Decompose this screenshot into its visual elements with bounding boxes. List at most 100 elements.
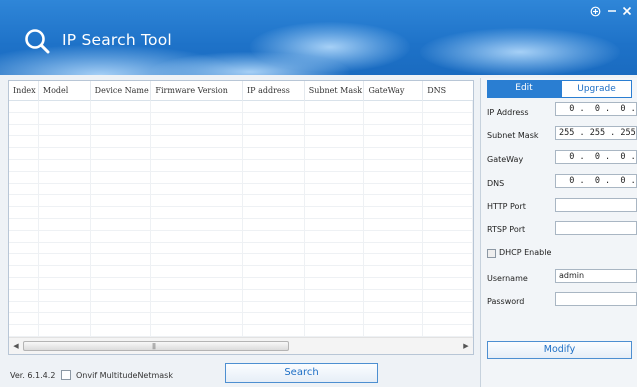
table-cell	[364, 254, 424, 266]
table-row[interactable]	[9, 313, 473, 326]
gateway-field[interactable]: 0 . 0 . 0 . 0	[555, 150, 637, 164]
tab-upgrade[interactable]: Upgrade	[561, 80, 632, 98]
table-row[interactable]	[9, 218, 473, 231]
ip-address-field[interactable]: 0 . 0 . 0 . 0	[555, 102, 637, 116]
table-cell	[91, 218, 152, 230]
table-row[interactable]	[9, 136, 473, 149]
table-cell	[9, 301, 39, 313]
table-cell	[305, 301, 365, 313]
column-header-firmware-version[interactable]: Firmware Version	[151, 81, 243, 101]
table-row[interactable]	[9, 171, 473, 184]
app-title: IP Search Tool	[62, 31, 172, 49]
table-cell	[9, 101, 39, 112]
table-cell	[39, 242, 91, 254]
table-cell	[305, 195, 365, 207]
column-header-ip-address[interactable]: IP address	[243, 81, 305, 101]
onvif-multitude-netmask-checkbox[interactable]	[61, 370, 71, 380]
table-row[interactable]	[9, 254, 473, 267]
column-header-index[interactable]: Index	[9, 81, 39, 101]
table-cell	[243, 313, 305, 325]
scroll-left-icon[interactable]: ◀	[9, 338, 23, 354]
table-cell	[243, 242, 305, 254]
scrollbar-thumb[interactable]: |||	[23, 341, 289, 351]
column-header-gateway[interactable]: GateWay	[364, 81, 424, 101]
rtsp-port-field[interactable]	[555, 221, 637, 235]
table-row[interactable]	[9, 159, 473, 172]
table-cell	[243, 207, 305, 218]
password-field[interactable]	[555, 292, 637, 306]
table-body[interactable]	[9, 101, 473, 338]
table-row[interactable]	[9, 183, 473, 196]
table-cell	[39, 136, 91, 148]
table-cell	[91, 230, 152, 242]
table-row[interactable]	[9, 301, 473, 314]
table-cell	[305, 266, 365, 277]
table-cell	[9, 207, 39, 218]
tab-underline	[487, 97, 632, 98]
table-row[interactable]	[9, 266, 473, 278]
table-cell	[9, 112, 39, 124]
table-row[interactable]	[9, 112, 473, 125]
close-icon[interactable]	[620, 4, 634, 18]
modify-button[interactable]: Modify	[487, 341, 632, 359]
edit-panel: Edit Upgrade IP Address 0 . 0 . 0 . 0 Su…	[480, 78, 637, 387]
table-cell	[423, 195, 473, 207]
table-row[interactable]	[9, 124, 473, 137]
table-cell	[91, 277, 152, 289]
table-cell	[364, 136, 424, 148]
table-cell	[91, 266, 152, 277]
table-cell	[243, 254, 305, 266]
horizontal-scrollbar[interactable]: ◀ ||| ▶	[9, 337, 473, 354]
subnet-mask-field[interactable]: 255 . 255 . 255 . 0	[555, 126, 637, 140]
column-header-dns[interactable]: DNS	[423, 81, 473, 101]
settings-icon[interactable]	[588, 4, 602, 18]
table-row[interactable]	[9, 195, 473, 208]
column-header-subnet-mask[interactable]: Subnet Mask	[305, 81, 365, 101]
table-cell	[151, 148, 243, 159]
http-port-label: HTTP Port	[487, 202, 526, 211]
username-field[interactable]: admin	[555, 269, 637, 283]
table-cell	[9, 266, 39, 277]
table-cell	[423, 159, 473, 171]
table-cell	[305, 218, 365, 230]
minimize-icon[interactable]	[605, 4, 619, 18]
table-cell	[39, 159, 91, 171]
rtsp-port-label: RTSP Port	[487, 225, 526, 234]
table-cell	[305, 183, 365, 195]
dns-label: DNS	[487, 179, 505, 188]
table-cell	[151, 195, 243, 207]
column-header-device-name[interactable]: Device Name	[91, 81, 152, 101]
table-cell	[9, 148, 39, 159]
table-cell	[151, 277, 243, 289]
tab-edit[interactable]: Edit	[487, 80, 561, 98]
table-cell	[305, 124, 365, 136]
dhcp-enable-checkbox[interactable]	[487, 249, 496, 258]
table-row[interactable]	[9, 289, 473, 302]
table-cell	[91, 254, 152, 266]
scroll-right-icon[interactable]: ▶	[459, 338, 473, 354]
table-row[interactable]	[9, 207, 473, 219]
table-cell	[305, 325, 365, 336]
table-cell	[243, 101, 305, 112]
table-row[interactable]	[9, 325, 473, 337]
table-row[interactable]	[9, 277, 473, 290]
search-button[interactable]: Search	[225, 363, 378, 383]
table-cell	[39, 301, 91, 313]
table-row[interactable]	[9, 148, 473, 160]
column-header-model[interactable]: Model	[39, 81, 91, 101]
table-cell	[9, 183, 39, 195]
table-row[interactable]	[9, 101, 473, 113]
table-cell	[364, 159, 424, 171]
dns-field[interactable]: 0 . 0 . 0 . 0	[555, 174, 637, 188]
table-cell	[423, 277, 473, 289]
table-cell	[151, 230, 243, 242]
table-cell	[243, 112, 305, 124]
table-cell	[243, 136, 305, 148]
table-cell	[39, 277, 91, 289]
table-cell	[151, 254, 243, 266]
table-row[interactable]	[9, 242, 473, 255]
table-cell	[39, 254, 91, 266]
table-row[interactable]	[9, 230, 473, 243]
http-port-field[interactable]	[555, 198, 637, 212]
table-cell	[39, 195, 91, 207]
